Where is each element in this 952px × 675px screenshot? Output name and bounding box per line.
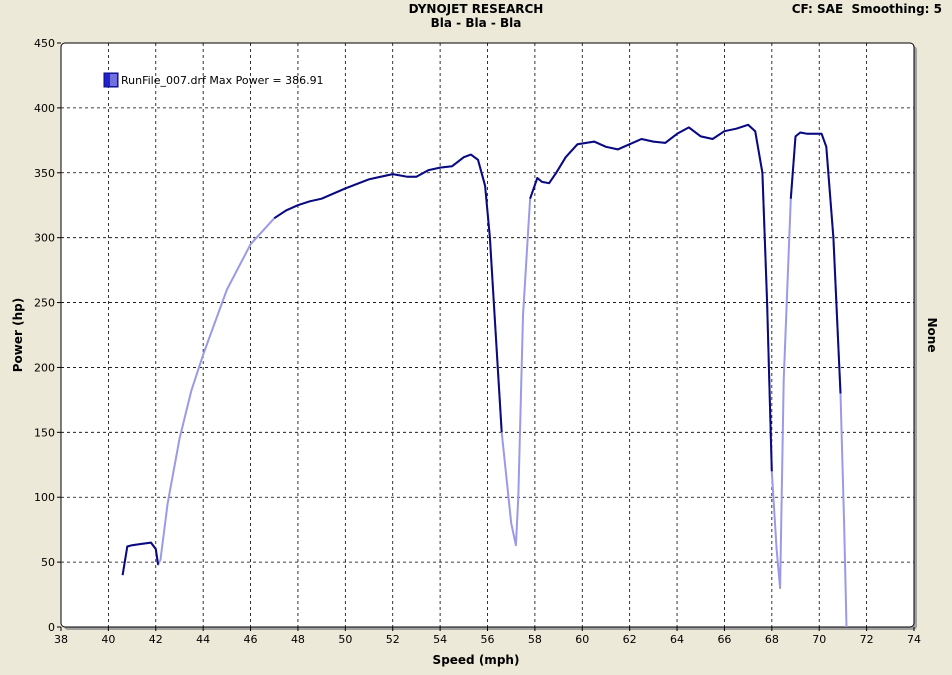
y-tick-label: 350 xyxy=(34,167,55,180)
chart-subtitle: Bla - Bla - Bla xyxy=(430,16,522,30)
x-tick-label: 70 xyxy=(812,633,826,646)
smoothing-value: Smoothing: 5 xyxy=(851,2,943,16)
y-tick-label: 300 xyxy=(34,232,55,245)
y-tick-label: 200 xyxy=(34,361,55,374)
x-tick-label: 62 xyxy=(623,633,637,646)
x-tick-label: 64 xyxy=(670,633,684,646)
y-tick-label: 50 xyxy=(41,556,55,569)
y-tick-label: 250 xyxy=(34,297,55,310)
x-tick-label: 66 xyxy=(717,633,731,646)
x-tick-label: 68 xyxy=(765,633,779,646)
x-tick-label: 74 xyxy=(907,633,921,646)
x-tick-label: 46 xyxy=(244,633,258,646)
x-tick-label: 50 xyxy=(338,633,352,646)
x-tick-label: 42 xyxy=(149,633,163,646)
x-tick-label: 40 xyxy=(101,633,115,646)
y-axis-ticks: 0 50 100 150 200 250 300 350 400 450 xyxy=(34,37,61,634)
legend: RunFile_007.drf Max Power = 386.91 xyxy=(103,72,324,88)
x-tick-label: 56 xyxy=(481,633,495,646)
y-tick-label: 150 xyxy=(34,426,55,439)
x-tick-label: 52 xyxy=(386,633,400,646)
x-tick-label: 48 xyxy=(291,633,305,646)
y-tick-label: 450 xyxy=(34,37,55,50)
right-axis-label: None xyxy=(925,317,939,353)
y-tick-label: 0 xyxy=(48,621,55,634)
dyno-chart: 38 40 42 44 46 48 50 52 54 56 58 60 62 64 66 68 70 72 74 0… xyxy=(34,37,921,646)
y-axis-label: Power (hp) xyxy=(11,297,25,373)
correction-factor: CF: SAE xyxy=(791,2,844,16)
legend-label: RunFile_007.drf Max Power = 386.91 xyxy=(121,74,324,87)
y-tick-label: 100 xyxy=(34,491,55,504)
header-info: CF: SAE Smoothing: 5 xyxy=(792,2,942,16)
x-tick-label: 60 xyxy=(575,633,589,646)
x-tick-label: 38 xyxy=(54,633,68,646)
x-tick-label: 58 xyxy=(528,633,542,646)
x-tick-label: 72 xyxy=(860,633,874,646)
x-tick-label: 54 xyxy=(433,633,447,646)
x-tick-label: 44 xyxy=(196,633,210,646)
y-tick-label: 400 xyxy=(34,102,55,115)
x-axis-label: Speed (mph) xyxy=(432,653,520,667)
